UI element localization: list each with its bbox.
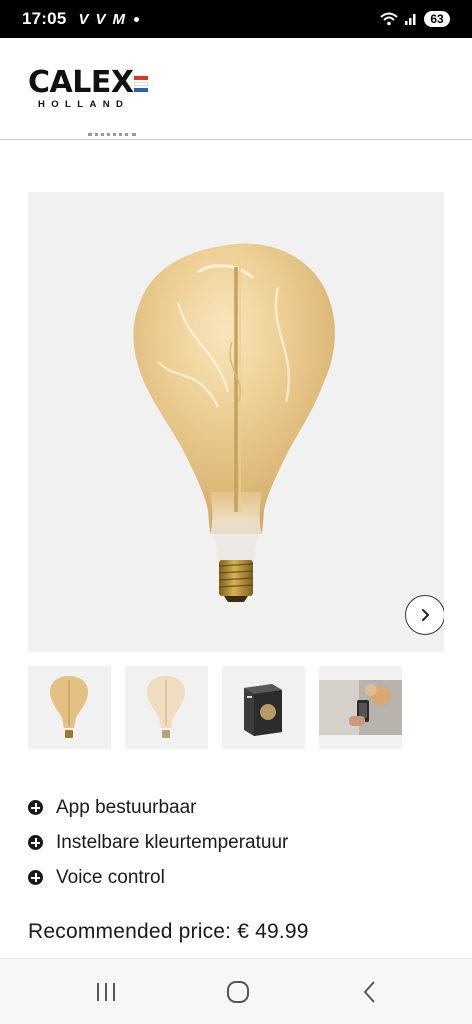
home-icon	[227, 981, 249, 1003]
site-header: CALEX HOLLAND	[0, 38, 472, 140]
logo-subtitle: HOLLAND	[38, 99, 130, 110]
thumbnail-lifestyle-photo[interactable]	[319, 666, 402, 749]
feature-item: Instelbare kleurtemperatuur	[28, 825, 288, 860]
feature-label: Instelbare kleurtemperatuur	[56, 831, 289, 853]
status-indicators: 63	[380, 11, 450, 27]
bulb-illustration	[133, 243, 335, 602]
thumbnail-bulb-light[interactable]	[125, 666, 208, 749]
feature-label: Voice control	[56, 866, 165, 888]
status-app-icons: V V M	[78, 10, 140, 28]
wifi-icon	[380, 12, 398, 26]
feature-list: App bestuurbaar Instelbare kleurtemperat…	[28, 790, 288, 895]
battery-indicator: 63	[424, 11, 450, 27]
bulb-thumbnail-image	[147, 676, 185, 738]
plus-circle-icon	[28, 800, 43, 815]
back-button[interactable]	[350, 979, 390, 1005]
product-main-image[interactable]	[28, 192, 444, 652]
calex-logo[interactable]: CALEX HOLLAND	[28, 65, 149, 110]
thumbnail-bulb-gold[interactable]	[28, 666, 111, 749]
recommended-price: Recommended price: € 49.99	[28, 920, 309, 943]
back-icon	[364, 981, 375, 1003]
lifestyle-photo-image	[319, 680, 402, 735]
status-time: 17:05	[22, 9, 67, 28]
recent-apps-button[interactable]	[86, 979, 126, 1005]
status-bar: 17:05 V V M 63	[0, 0, 472, 38]
product-box-image	[244, 684, 282, 736]
thumbnail-strip	[28, 666, 402, 749]
feature-label: App bestuurbaar	[56, 796, 197, 818]
logo-text: CALEX	[28, 65, 134, 100]
system-navigation-bar	[0, 958, 472, 1024]
clipped-text-fragment	[88, 127, 138, 139]
feature-item: Voice control	[28, 860, 288, 895]
thumbnail-product-box[interactable]	[222, 666, 305, 749]
signal-icon	[405, 14, 416, 25]
feature-item: App bestuurbaar	[28, 790, 288, 825]
app-notification-icon: V	[78, 10, 89, 28]
more-notifications-icon	[134, 16, 140, 22]
next-image-button[interactable]	[405, 595, 444, 635]
bulb-thumbnail-image	[50, 676, 88, 738]
plus-circle-icon	[28, 870, 43, 885]
mail-notification-icon: M	[112, 10, 126, 28]
chevron-right-icon	[422, 609, 429, 621]
recent-apps-icon	[97, 983, 115, 1001]
logo-flag-icon	[134, 75, 149, 93]
home-button[interactable]	[218, 979, 258, 1005]
app-notification-icon: V	[95, 10, 106, 28]
plus-circle-icon	[28, 835, 43, 850]
